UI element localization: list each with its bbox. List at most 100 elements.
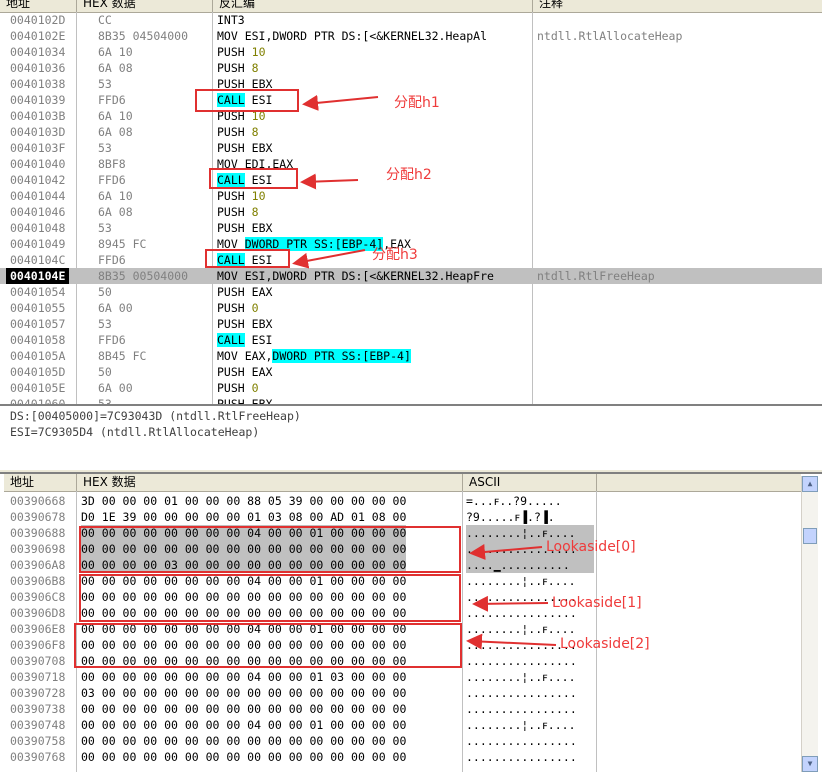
dump-ascii: ................ <box>466 734 577 748</box>
scroll-thumb[interactable] <box>803 528 817 544</box>
disasm-row[interactable]: 0040105D 50 PUSH EAX <box>0 364 822 380</box>
disasm-hex: 6A 10 <box>98 109 133 123</box>
annotation-label-lookaside-2: Lookaside[2] <box>560 636 650 652</box>
disasm-hex: FFD6 <box>98 333 126 347</box>
info-pane[interactable]: DS:[00405000]=7C93043D (ntdll.RtlFreeHea… <box>0 404 822 470</box>
annotation-box-lookaside-0 <box>79 526 461 573</box>
instruction-text: MOV ESI, <box>217 29 273 43</box>
disasm-row[interactable]: 00401044 6A 10 PUSH 10 <box>0 188 822 204</box>
dump-ascii: ........¦..ꜰ.... <box>466 718 576 732</box>
disasm-row[interactable]: 00401034 6A 10 PUSH 10 <box>0 44 822 60</box>
push-register: EBX <box>251 397 273 404</box>
disasm-address: 0040102E <box>10 29 66 43</box>
dump-address: 00390708 <box>10 654 66 668</box>
disasm-row[interactable]: 00401046 6A 08 PUSH 8 <box>0 204 822 220</box>
disasm-address: 00401040 <box>10 157 66 171</box>
disasm-address: 0040103F <box>10 141 66 155</box>
scroll-up-arrow-icon[interactable]: ▲ <box>802 476 818 492</box>
push-mnemonic: PUSH <box>217 221 245 235</box>
disasm-hex: CC <box>98 13 112 27</box>
push-immediate: 0 <box>251 301 259 315</box>
disasm-instruction: MOV EAX,DWORD PTR SS:[EBP-4] <box>217 348 411 364</box>
dump-header-hex[interactable]: HEX 数据 <box>77 474 463 492</box>
disasm-address: 00401054 <box>10 285 66 299</box>
disasm-row[interactable]: 0040102D CC INT3 <box>0 12 822 28</box>
disasm-row[interactable]: 00401038 53 PUSH EBX <box>0 76 822 92</box>
dump-row[interactable]: 00390748 00 00 00 00 00 00 00 00 04 00 00… <box>0 717 800 733</box>
push-mnemonic: PUSH <box>217 301 245 315</box>
memory-operand: DWORD PTR SS:[EBP-4] <box>272 349 411 363</box>
dump-address: 003906F8 <box>10 638 66 652</box>
dump-address: 00390738 <box>10 702 66 716</box>
disasm-instruction: PUSH 0 <box>217 380 259 396</box>
disasm-row[interactable]: 00401060 53 PUSH EBX <box>0 396 822 404</box>
push-register: EAX <box>251 285 273 299</box>
dump-row[interactable]: 00390668 3D 00 00 00 01 00 00 00 88 05 39… <box>0 493 800 509</box>
push-mnemonic: PUSH <box>217 397 245 404</box>
disasm-row[interactable]: 0040105A 8B45 FC MOV EAX,DWORD PTR SS:[EBP… <box>0 348 822 364</box>
push-mnemonic: PUSH <box>217 141 245 155</box>
dump-row[interactable]: 00390728 03 00 00 00 00 00 00 00 00 00 00… <box>0 685 800 701</box>
disasm-row[interactable]: 0040102E 8B35 04504000 MOV ESI,DWORD PTR D… <box>0 28 822 44</box>
dump-ascii: ........¦..ꜰ.... <box>466 574 576 588</box>
disasm-instruction: PUSH EBX <box>217 396 272 404</box>
annotation-label-h3: 分配h3 <box>372 247 418 263</box>
dump-ascii: ........¦..ꜰ.... <box>466 622 576 636</box>
dump-header-address-label: 地址 <box>10 475 35 489</box>
disasm-row[interactable]: 00401055 6A 00 PUSH 0 <box>0 300 822 316</box>
disasm-row[interactable]: 0040103D 6A 08 PUSH 8 <box>0 124 822 140</box>
disasm-row[interactable]: 00401054 50 PUSH EAX <box>0 284 822 300</box>
disasm-instruction: PUSH EBX <box>217 316 272 332</box>
disasm-address: 0040102D <box>10 13 66 27</box>
dump-header-ascii[interactable]: ASCII <box>463 474 597 492</box>
disasm-row[interactable]: 0040105E 6A 00 PUSH 0 <box>0 380 822 396</box>
dump-header-ascii-label: ASCII <box>469 475 501 489</box>
dump-row[interactable]: 00390758 00 00 00 00 00 00 00 00 00 00 00… <box>0 733 800 749</box>
disasm-hex: 8B45 FC <box>98 349 147 363</box>
dump-header-address[interactable]: 地址 <box>4 474 77 492</box>
dump-row[interactable]: 00390738 00 00 00 00 00 00 00 00 00 00 00… <box>0 701 800 717</box>
disasm-instruction: PUSH 10 <box>217 188 266 204</box>
disasm-address: 0040104E <box>6 268 70 284</box>
dump-hex-bytes: 00 00 00 00 00 00 00 00 04 00 00 01 03 0… <box>81 670 407 684</box>
dump-address: 00390688 <box>10 526 66 540</box>
disasm-address: 00401038 <box>10 77 66 91</box>
instruction-text: MOV ESI, <box>217 269 273 283</box>
push-mnemonic: PUSH <box>217 317 245 331</box>
dump-ascii: ........¦..ꜰ.... <box>466 670 576 684</box>
disasm-row[interactable]: 0040104E 8B35 00504000 MOV ESI,DWORD PTR D… <box>0 268 822 284</box>
dump-row[interactable]: 00390768 00 00 00 00 00 00 00 00 00 00 00… <box>0 749 800 765</box>
disasm-hex: 8BF8 <box>98 157 126 171</box>
dump-address: 00390668 <box>10 494 66 508</box>
dump-hex-bytes: 00 00 00 00 00 00 00 00 00 00 00 00 00 0… <box>81 750 407 764</box>
disasm-instruction: MOV ESI,DWORD PTR DS:[<&KERNEL32.HeapFre <box>217 268 494 284</box>
dump-row[interactable]: 00390678 D0 1E 39 00 00 00 00 00 01 03 08… <box>0 509 800 525</box>
annotation-box-lookaside-2 <box>74 623 462 668</box>
disasm-hex: FFD6 <box>98 253 126 267</box>
push-immediate: 10 <box>251 45 266 59</box>
dump-hex-bytes: D0 1E 39 00 00 00 00 00 01 03 08 00 AD 0… <box>81 510 407 524</box>
dump-hex-bytes: 00 00 00 00 00 00 00 00 00 00 00 00 00 0… <box>81 734 407 748</box>
dump-header-hex-label: HEX 数据 <box>83 475 136 489</box>
disasm-row[interactable]: 00401048 53 PUSH EBX <box>0 220 822 236</box>
disasm-row[interactable]: 00401057 53 PUSH EBX <box>0 316 822 332</box>
mov-mnemonic: MOV EAX, <box>217 349 273 363</box>
disasm-address: 00401048 <box>10 221 66 235</box>
call-operand: ESI <box>251 333 273 347</box>
push-mnemonic: PUSH <box>217 61 245 75</box>
disasm-hex: 6A 00 <box>98 301 133 315</box>
disasm-row[interactable]: 00401058 FFD6 CALL ESI <box>0 332 822 348</box>
dump-scrollbar[interactable]: ▲ ▼ <box>801 476 818 772</box>
disasm-address: 00401036 <box>10 61 66 75</box>
disasm-row[interactable]: 00401036 6A 08 PUSH 8 <box>0 60 822 76</box>
memory-dump-pane[interactable]: 地址 HEX 数据 ASCII 00390668 3D 00 00 00 01 0… <box>0 472 822 772</box>
dump-address: 003906A8 <box>10 558 66 572</box>
disasm-row[interactable]: 0040103F 53 PUSH EBX <box>0 140 822 156</box>
dump-row[interactable]: 00390718 00 00 00 00 00 00 00 00 04 00 00… <box>0 669 800 685</box>
disasm-address: 0040105E <box>10 381 66 395</box>
disasm-hex: 8B35 00504000 <box>98 269 189 283</box>
disasm-hex: 8B35 04504000 <box>98 29 189 43</box>
dump-address: 003906E8 <box>10 622 66 636</box>
dump-ascii: ....▁.......... <box>466 557 594 573</box>
disassembly-pane[interactable]: 地址 HEX 数据 反汇编 注释 0040102D CC INT3 0040102E 8… <box>0 0 822 404</box>
